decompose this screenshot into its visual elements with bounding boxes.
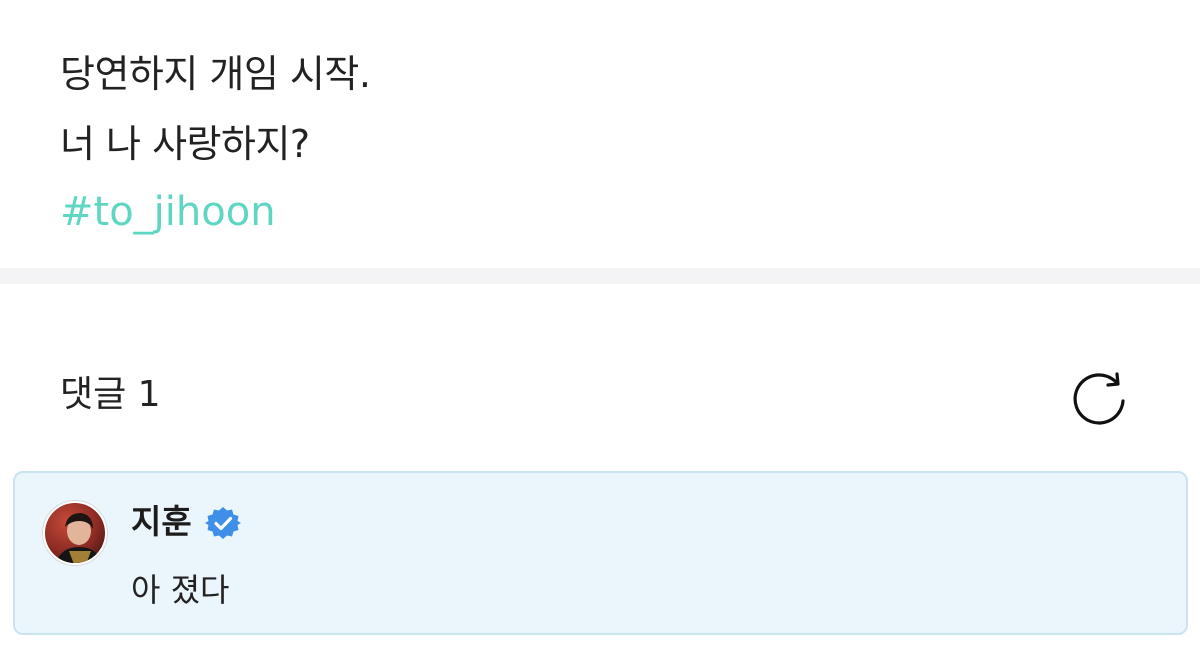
refresh-icon <box>1073 372 1125 425</box>
post-text-line-1: 당연하지 개임 시작. <box>60 52 371 96</box>
hashtag-link[interactable]: #to_jihoon <box>60 188 276 236</box>
comments-header: 댓글 1 <box>0 284 1200 470</box>
avatar-image <box>45 503 105 563</box>
avatar[interactable] <box>43 501 107 565</box>
comment-author-name[interactable]: 지훈 <box>131 501 192 543</box>
comment-card: 지훈 아 졌다 <box>13 471 1188 635</box>
section-divider <box>0 268 1200 284</box>
comments-count-title: 댓글 1 <box>60 374 161 415</box>
post-text-line-2: 너 나 사랑하지? <box>60 122 310 166</box>
refresh-button[interactable] <box>1072 368 1132 428</box>
verified-badge-icon <box>205 507 241 539</box>
post-body: 당연하지 개임 시작. 너 나 사랑하지? #to_jihoon <box>0 0 1200 268</box>
comment-text: 아 졌다 <box>131 571 230 609</box>
